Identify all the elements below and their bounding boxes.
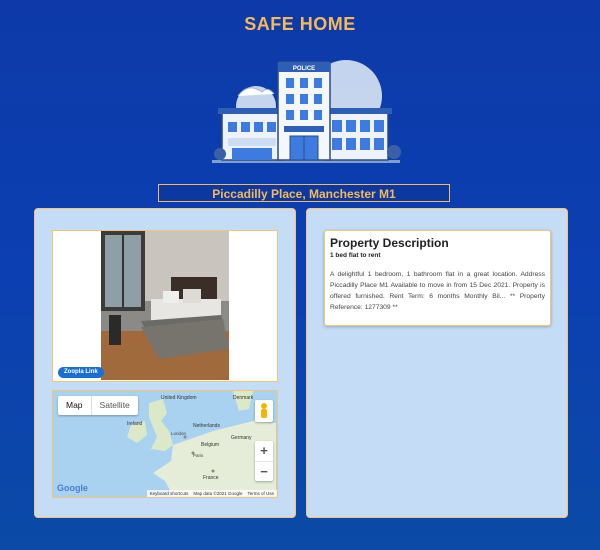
police-station-illustration: POLICE — [212, 60, 401, 163]
zoom-controls: + − — [255, 441, 273, 481]
keyboard-shortcuts-link[interactable]: Keyboard shortcuts — [150, 491, 189, 496]
description-panel: Property Description 1 bed flat to rent … — [306, 208, 568, 518]
map-label: Ireland — [127, 421, 143, 427]
zoom-out-icon[interactable]: − — [255, 462, 273, 482]
google-logo: Google — [57, 483, 88, 493]
terms-link[interactable]: Terms of Use — [247, 491, 274, 496]
map-tab[interactable]: Map — [58, 396, 91, 415]
satellite-tab[interactable]: Satellite — [90, 396, 138, 415]
map-label: Belgium — [201, 442, 219, 448]
bedroom-photo — [101, 231, 229, 380]
map-attribution: Keyboard shortcuts Map data ©2021 Google… — [146, 490, 277, 497]
app-title: SAFE HOME — [244, 14, 356, 34]
property-address: Piccadilly Place, Manchester M1 — [158, 184, 450, 202]
police-sign: POLICE — [293, 66, 315, 72]
media-panel: Zoopla Link United Kingdom Ireland Denma… — [34, 208, 296, 518]
map-label: Paris — [193, 453, 204, 458]
description-body: A delightful 1 bedroom, 1 bathroom flat … — [330, 271, 545, 312]
zoopla-link-button[interactable]: Zoopla Link — [58, 367, 104, 378]
property-photo-card: Zoopla Link — [52, 230, 278, 382]
map-label: Denmark — [233, 395, 254, 401]
map-label: Germany — [231, 435, 252, 441]
map-label: London — [171, 431, 187, 436]
map-label: Netherlands — [193, 423, 220, 429]
map-label: France — [203, 475, 219, 481]
property-description-card: Property Description 1 bed flat to rent … — [324, 230, 551, 326]
zoom-in-icon[interactable]: + — [255, 441, 273, 462]
street-view-pegman-icon[interactable] — [255, 400, 273, 422]
description-subtitle: 1 bed flat to rent — [330, 252, 381, 259]
location-map[interactable]: United Kingdom Ireland Denmark Netherlan… — [52, 390, 278, 498]
map-type-toggle[interactable]: Map Satellite — [58, 396, 138, 415]
map-data-text: Map data ©2021 Google — [193, 491, 243, 496]
description-title: Property Description — [330, 236, 449, 250]
map-label: United Kingdom — [161, 395, 197, 401]
